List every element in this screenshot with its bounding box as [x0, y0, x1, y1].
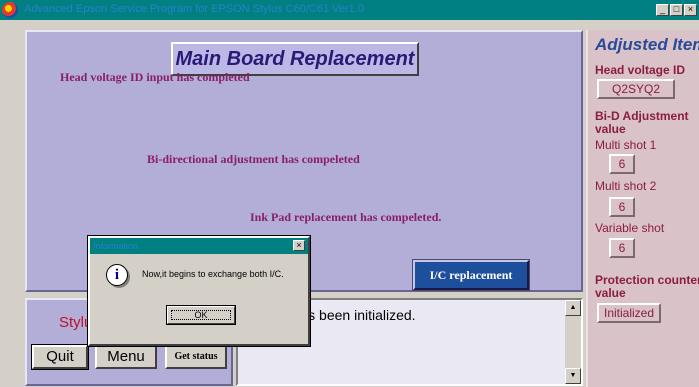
- message-bi-directional: Bi-directional adjustment has compeleted: [147, 152, 360, 166]
- adjusted-items-title: Adjusted Item: [595, 35, 699, 54]
- dialog-message: Now,it begins to exchange both I/C.: [142, 269, 284, 279]
- message-head-voltage: Head voltage ID input has completed: [60, 70, 250, 84]
- multi-shot-1-value: 6: [609, 154, 635, 174]
- variable-shot-value: 6: [609, 238, 635, 258]
- maximize-button[interactable]: □: [670, 4, 683, 16]
- quit-button[interactable]: Quit: [31, 344, 89, 370]
- minimize-button[interactable]: _: [656, 4, 669, 16]
- head-voltage-label: Head voltage ID: [595, 63, 686, 77]
- menu-button[interactable]: Menu: [95, 345, 157, 369]
- head-voltage-value: Q2SYQ2: [597, 79, 675, 99]
- window-title: Advanced Epson Service Program for EPSON…: [24, 3, 364, 15]
- info-icon: i: [106, 264, 128, 286]
- title-bar: Advanced Epson Service Program for EPSON…: [0, 0, 699, 20]
- stylus-label: Stylus: [59, 314, 89, 331]
- app-icon: [2, 2, 18, 18]
- protection-counter-value: Initialized: [597, 303, 661, 323]
- ic-replacement-button[interactable]: I/C replacement: [412, 259, 530, 291]
- close-button[interactable]: ×: [684, 4, 697, 16]
- adjusted-items-panel: Adjusted Item Head voltage ID Q2SYQ2 Bi-…: [586, 30, 699, 387]
- scroll-up-icon[interactable]: ▲: [565, 300, 581, 316]
- message-ink-pad: Ink Pad replacement has compeleted.: [250, 210, 442, 224]
- ok-focus-rect: [171, 310, 231, 320]
- information-dialog: Information × i Now,it begins to exchang…: [87, 235, 311, 347]
- get-status-button[interactable]: Get status: [165, 345, 227, 369]
- variable-shot-label: Variable shot: [595, 221, 665, 235]
- protection-counter-label-2: value: [595, 286, 626, 300]
- multi-shot-1-label: Multi shot 1: [595, 138, 657, 152]
- ok-button[interactable]: OK: [166, 305, 236, 325]
- dialog-close-button[interactable]: ×: [293, 240, 305, 251]
- bid-adjustment-label-2: value: [595, 122, 626, 136]
- multi-shot-2-label: Multi shot 2: [595, 179, 657, 193]
- log-scrollbar[interactable]: ▲ ▼: [565, 300, 581, 384]
- dialog-title: Information: [90, 238, 308, 254]
- scroll-down-icon[interactable]: ▼: [565, 368, 581, 384]
- multi-shot-2-value: 6: [609, 197, 635, 217]
